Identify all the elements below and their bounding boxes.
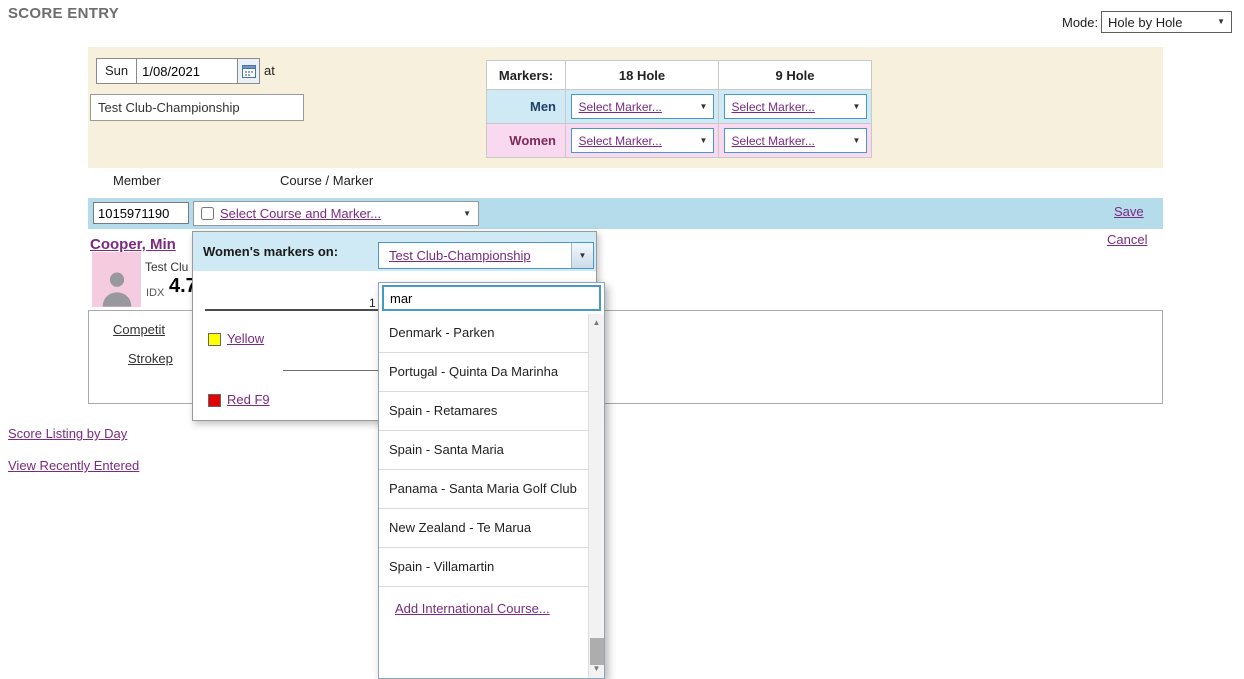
tee-divider — [283, 370, 378, 371]
course-option[interactable]: Portugal - Quinta Da Marinha — [379, 353, 588, 392]
view-recently-entered-link[interactable]: View Recently Entered — [8, 458, 139, 473]
chevron-down-icon: ▼ — [852, 135, 861, 145]
popup-course-label: Test Club-Championship — [389, 248, 531, 263]
scroll-down-icon[interactable]: ▼ — [589, 664, 604, 678]
day-label: Sun — [97, 59, 138, 83]
course-select-checkbox[interactable] — [201, 207, 214, 220]
scrollbar[interactable]: ▲ ▼ — [588, 314, 604, 678]
chevron-down-icon: ▼ — [578, 250, 587, 260]
select-marker-label: Select Marker... — [731, 133, 815, 148]
markers-header: Markers: — [486, 60, 566, 90]
select-course-label: Select Course and Marker... — [220, 206, 382, 221]
markers-header-row: Markers: 18 Hole 9 Hole — [486, 60, 872, 90]
member-name-link[interactable]: Cooper, Min — [90, 236, 176, 253]
course-option[interactable]: Panama - Santa Maria Golf Club — [379, 470, 588, 509]
markers-9hole-header: 9 Hole — [718, 60, 872, 90]
select-marker-label: Select Marker... — [731, 99, 815, 114]
mode-value: Hole by Hole — [1108, 14, 1183, 30]
idx-label: IDX — [146, 287, 165, 299]
course-search-input[interactable] — [382, 285, 601, 311]
red-tee-link[interactable]: Red F9 — [227, 392, 270, 407]
cancel-button[interactable]: Cancel — [1107, 232, 1147, 247]
course-name-input[interactable] — [90, 94, 304, 121]
men-18hole-marker-select[interactable]: Select Marker... ▼ — [570, 94, 714, 119]
obscured-text-fragment: 1 — [369, 296, 376, 310]
competition-label: Competit — [113, 322, 166, 337]
markers-men-row: Men Select Marker... ▼ Select Marker... … — [486, 89, 872, 124]
score-entry-screen: SCORE ENTRY Mode: Hole by Hole ▼ Sun at … — [0, 0, 1244, 679]
chevron-down-icon: ▼ — [463, 208, 471, 218]
score-listing-by-day-link[interactable]: Score Listing by Day — [8, 426, 127, 441]
chevron-down-icon: ▼ — [699, 101, 708, 111]
popup-header-label: Women's markers on: — [203, 244, 339, 259]
markers-table: Markers: 18 Hole 9 Hole Men Select Marke… — [486, 60, 872, 158]
chevron-down-icon: ▼ — [699, 135, 708, 145]
course-option[interactable]: Spain - Retamares — [379, 392, 588, 431]
tee-divider — [205, 309, 378, 311]
markers-women-row: Women Select Marker... ▼ Select Marker..… — [486, 123, 872, 158]
select-marker-label: Select Marker... — [578, 99, 662, 114]
markers-18hole-header: 18 Hole — [565, 60, 719, 90]
course-list: Denmark - Parken Portugal - Quinta Da Ma… — [379, 314, 588, 618]
at-label: at — [264, 63, 275, 78]
men-9hole-marker-select[interactable]: Select Marker... ▼ — [723, 94, 867, 119]
scrollbar-thumb[interactable] — [590, 638, 604, 665]
save-button[interactable]: Save — [1114, 204, 1144, 219]
page-title: SCORE ENTRY — [8, 5, 120, 22]
women-label: Women — [486, 123, 566, 158]
course-and-marker-select[interactable]: Select Course and Marker... ▼ — [193, 201, 479, 226]
yellow-tee-swatch — [208, 333, 221, 346]
member-id-input[interactable] — [93, 202, 189, 224]
mode-select[interactable]: Hole by Hole ▼ — [1101, 11, 1232, 33]
add-international-course-link[interactable]: Add International Course... — [395, 601, 550, 618]
course-option[interactable]: Denmark - Parken — [379, 314, 588, 353]
mode-label: Mode: — [1062, 15, 1099, 30]
scroll-up-icon[interactable]: ▲ — [589, 314, 604, 330]
course-dropdown-panel: Denmark - Parken Portugal - Quinta Da Ma… — [378, 282, 605, 679]
red-tee-swatch — [208, 394, 221, 407]
course-marker-column-header: Course / Marker — [280, 173, 374, 188]
person-icon — [102, 272, 131, 307]
yellow-tee-link[interactable]: Yellow — [227, 331, 264, 346]
chevron-down-icon: ▼ — [1217, 17, 1225, 26]
member-column-header: Member — [113, 173, 161, 188]
calendar-button[interactable] — [237, 59, 260, 83]
popup-course-select[interactable]: Test Club-Championship ▼ — [378, 242, 594, 269]
select-marker-label: Select Marker... — [578, 133, 662, 148]
chevron-down-icon: ▼ — [852, 101, 861, 111]
women-18hole-marker-select[interactable]: Select Marker... ▼ — [570, 128, 714, 153]
men-label: Men — [486, 89, 566, 124]
date-control: Sun — [96, 58, 261, 84]
member-club: Test Clu — [145, 260, 189, 274]
course-option[interactable]: Spain - Santa Maria — [379, 431, 588, 470]
strokeplay-label: Strokep — [128, 351, 173, 366]
calendar-icon — [241, 65, 256, 78]
course-option[interactable]: New Zealand - Te Marua — [379, 509, 588, 548]
course-option[interactable]: Spain - Villamartin — [379, 548, 588, 587]
women-9hole-marker-select[interactable]: Select Marker... ▼ — [723, 128, 867, 153]
date-input[interactable] — [137, 59, 238, 83]
avatar — [92, 252, 141, 307]
